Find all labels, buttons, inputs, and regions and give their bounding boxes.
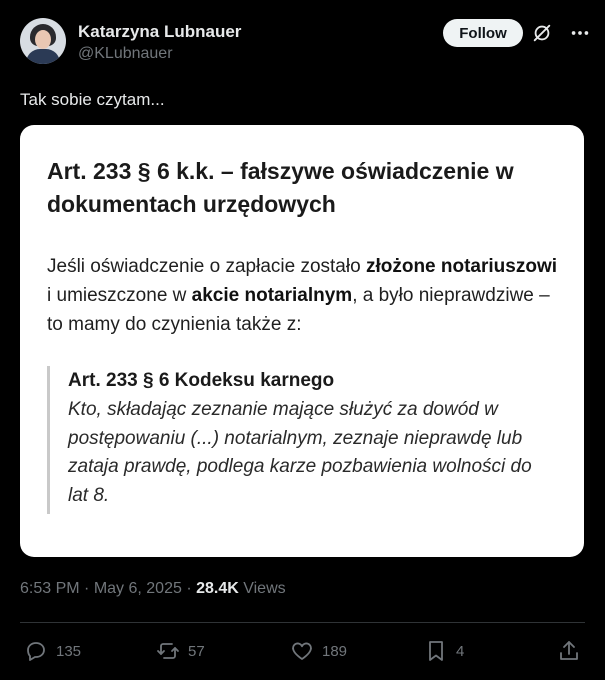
like-count: 189	[322, 642, 348, 660]
repost-count: 57	[188, 642, 205, 660]
follow-button[interactable]: Follow	[443, 19, 523, 47]
author-handle[interactable]: @KLubnauer	[78, 45, 173, 63]
repost-icon	[157, 643, 179, 659]
share-button[interactable]	[557, 636, 581, 666]
heart-icon	[292, 642, 312, 660]
divider	[20, 622, 585, 623]
avatar[interactable]	[20, 18, 66, 64]
meta-separator: ·	[181, 580, 197, 597]
reply-icon	[27, 642, 45, 661]
legal-quote: Art. 233 § 6 Kodeksu karnego Kto, składa…	[47, 366, 557, 514]
bookmark-count: 4	[456, 642, 465, 660]
attached-image-card[interactable]: Art. 233 § 6 k.k. – fałszywe oświadczeni…	[20, 125, 584, 557]
action-bar: 135 57 189 4	[20, 636, 585, 666]
quote-body: Kto, składając zeznanie mające służyć za…	[68, 399, 532, 506]
card-paragraph: Jeśli oświadczenie o zapłacie zostało zł…	[47, 252, 562, 339]
more-icon[interactable]	[569, 22, 591, 44]
grok-icon[interactable]	[531, 22, 553, 44]
meta-separator: ·	[79, 580, 94, 597]
bookmark-icon	[429, 641, 443, 661]
quote-title: Art. 233 § 6 Kodeksu karnego	[68, 370, 335, 391]
bookmark-button[interactable]: 4	[424, 636, 464, 666]
card-paragraph-part: i umieszczone w	[47, 285, 192, 306]
reply-count: 135	[56, 642, 82, 660]
card-paragraph-part: Jeśli oświadczenie o zapłacie zostało	[47, 256, 366, 277]
card-paragraph-bold: akcie notarialnym	[191, 285, 353, 306]
author-name[interactable]: Katarzyna Lubnauer	[78, 22, 241, 42]
reply-button[interactable]: 135	[24, 636, 81, 666]
views-count: 28.4K	[196, 580, 239, 597]
share-icon	[560, 641, 578, 660]
tweet-header: Katarzyna Lubnauer @KLubnauer Follow	[20, 14, 591, 70]
repost-button[interactable]: 57	[156, 636, 205, 666]
tweet-date[interactable]: May 6, 2025	[94, 580, 182, 597]
tweet-meta: 6:53 PM · May 6, 2025 · 28.4K Views	[20, 580, 286, 598]
tweet-text: Tak sobie czytam...	[20, 90, 165, 109]
card-title: Art. 233 § 6 k.k. – fałszywe oświadczeni…	[47, 158, 514, 217]
tweet-time[interactable]: 6:53 PM	[20, 580, 80, 597]
views-label: Views	[238, 580, 286, 597]
like-button[interactable]: 189	[290, 636, 347, 666]
card-paragraph-bold: złożone notariuszowi	[365, 256, 558, 277]
